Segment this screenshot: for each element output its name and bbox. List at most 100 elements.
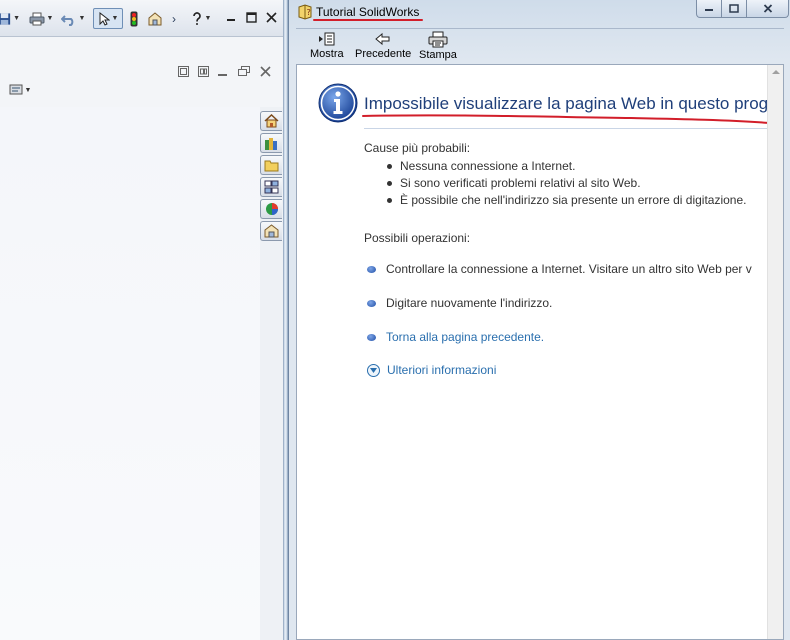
help-title-bar[interactable]: ? Tutorial SolidWorks <box>289 0 790 24</box>
options-button[interactable] <box>145 8 165 29</box>
more-info-toggle[interactable]: Ulteriori informazioni <box>367 363 496 377</box>
print-icon <box>428 31 448 48</box>
help-book-icon: ? <box>298 4 312 20</box>
home-icon <box>264 114 279 128</box>
file-explorer-icon <box>264 160 279 171</box>
view-palette-icon <box>264 180 279 194</box>
solidworks-window: ▼ ▼ ▼ ▼ › ▼ ▼ <box>0 0 283 640</box>
bullet-dot-icon <box>367 265 376 273</box>
design-library-icon <box>265 137 277 150</box>
more-info-label: Ulteriori informazioni <box>387 363 497 377</box>
bullet-dot-icon <box>367 333 376 341</box>
close-icon <box>260 66 271 77</box>
taskpane-tab-view-palette[interactable] <box>260 177 282 197</box>
minimize-icon <box>227 19 235 21</box>
dropdown-caret-icon: ▼ <box>46 15 54 22</box>
taskpane-tab-design-library[interactable] <box>260 133 282 153</box>
doc-close-button[interactable] <box>259 65 272 78</box>
taskpane-tab-custom-properties[interactable] <box>260 221 282 241</box>
restore-icon <box>237 66 250 76</box>
taskpane-tab-home[interactable] <box>260 111 282 131</box>
toolbar-overflow-button[interactable]: › <box>167 8 181 29</box>
scroll-up-icon[interactable] <box>772 70 780 74</box>
sw-close-button[interactable] <box>264 10 278 24</box>
back-link[interactable]: Torna alla pagina precedente. <box>386 330 544 344</box>
sw-standard-toolbar: ▼ ▼ ▼ ▼ › ▼ <box>0 0 283 37</box>
cause-item: Nessuna connessione a Internet. <box>387 159 746 176</box>
tile-vertical-icon <box>198 66 209 77</box>
show-button[interactable]: Mostra <box>310 31 344 60</box>
help-close-button[interactable] <box>746 0 789 18</box>
maximize-icon <box>729 4 739 13</box>
error-page: Impossibile visualizzare la pagina Web i… <box>297 65 768 639</box>
sw-minimize-button[interactable] <box>224 10 238 24</box>
svg-text:?: ? <box>307 8 311 17</box>
annotation-underline <box>313 19 423 21</box>
vertical-scrollbar[interactable] <box>767 65 783 639</box>
window-title: Tutorial SolidWorks <box>316 5 420 19</box>
help-window: ? Tutorial SolidWorks Mostra Precedente … <box>288 0 790 640</box>
action-text: Controllare la connessione a Internet. V… <box>386 262 752 276</box>
minimize-icon <box>218 74 227 76</box>
annotation-underline <box>362 114 768 124</box>
sw-document-header: ▼ <box>0 37 283 107</box>
doc-restore-button[interactable] <box>237 65 250 78</box>
toolbar-overflow-label: › <box>172 11 176 26</box>
title-divider <box>364 128 768 129</box>
help-minimize-button[interactable] <box>696 0 722 18</box>
help-button[interactable]: ▼ <box>188 8 214 29</box>
options-icon <box>148 11 162 25</box>
undo-button[interactable]: ▼ <box>60 8 86 29</box>
action-item: Digitare nuovamente l'indirizzo. <box>367 296 552 310</box>
causes-list: Nessuna connessione a Internet. Si sono … <box>387 159 746 210</box>
causes-heading: Cause più probabili: <box>364 141 471 155</box>
display-manager-icon <box>9 84 23 95</box>
expand-circle-icon <box>367 363 380 377</box>
appearances-icon <box>265 203 278 215</box>
save-icon <box>0 12 11 25</box>
doc-minimize-button[interactable] <box>216 65 229 78</box>
help-maximize-button[interactable] <box>721 0 747 18</box>
tile-horizontal-button[interactable] <box>177 65 190 78</box>
print-help-button[interactable]: Stampa <box>419 31 457 61</box>
show-icon <box>318 32 335 46</box>
taskpane-tab-appearances[interactable] <box>260 199 282 219</box>
bullet-dot-icon <box>367 299 376 307</box>
close-icon <box>265 11 277 23</box>
cause-item: È possibile che nell'indirizzo sia prese… <box>387 193 746 210</box>
graphics-area[interactable] <box>0 107 260 640</box>
action-item: Controllare la connessione a Internet. V… <box>367 262 752 276</box>
tile-vertical-button[interactable] <box>197 65 210 78</box>
sw-restore-button[interactable] <box>244 10 258 24</box>
help-content-frame: Impossibile visualizzare la pagina Web i… <box>296 64 784 640</box>
select-arrow-icon <box>99 11 110 26</box>
dropdown-caret-icon: ▼ <box>78 15 86 22</box>
actions-heading: Possibili operazioni: <box>364 231 471 245</box>
help-toolbar: Mostra Precedente Stampa <box>296 28 784 64</box>
undo-icon <box>60 14 73 26</box>
back-button[interactable]: Precedente <box>355 31 411 60</box>
display-manager-button[interactable]: ▼ <box>8 83 32 97</box>
restore-icon <box>245 11 257 23</box>
dropdown-caret-icon: ▼ <box>24 86 32 94</box>
help-icon <box>192 11 201 25</box>
info-icon <box>318 83 358 123</box>
back-arrow-icon <box>375 32 390 46</box>
print-icon <box>29 12 45 25</box>
save-button[interactable]: ▼ <box>0 8 20 29</box>
cause-item: Si sono verificati problemi relativi al … <box>387 176 746 193</box>
dropdown-caret-icon: ▼ <box>204 15 212 22</box>
show-button-label: Mostra <box>310 48 344 60</box>
action-text: Digitare nuovamente l'indirizzo. <box>386 296 553 310</box>
back-link-item: Torna alla pagina precedente. <box>367 330 544 344</box>
print-button-label: Stampa <box>419 49 457 61</box>
print-button[interactable]: ▼ <box>27 8 55 29</box>
back-button-label: Precedente <box>355 48 412 60</box>
task-pane-tabs <box>260 111 283 241</box>
rebuild-button[interactable] <box>127 8 141 29</box>
select-button[interactable]: ▼ <box>93 8 123 29</box>
taskpane-tab-file-explorer[interactable] <box>260 155 282 175</box>
minimize-icon <box>705 8 713 11</box>
tile-horizontal-icon <box>178 66 189 77</box>
dropdown-caret-icon: ▼ <box>13 15 20 22</box>
